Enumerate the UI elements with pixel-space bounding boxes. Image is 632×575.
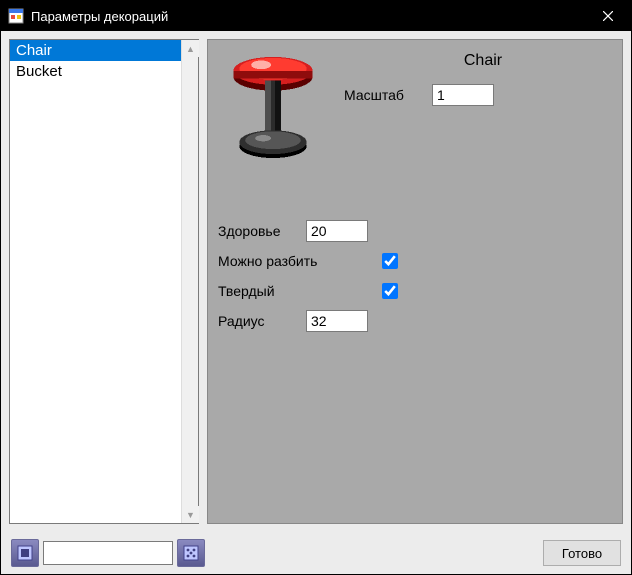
list-item[interactable]: Chair	[10, 40, 198, 61]
footer-toolbar: Готово	[1, 532, 631, 574]
scroll-up-button[interactable]: ▲	[182, 40, 199, 57]
list-scrollbar[interactable]: ▲ ▼	[181, 40, 198, 523]
dialog-window: Параметры декораций Chair Bucket ▲ ▼	[0, 0, 632, 575]
decoration-list[interactable]: Chair Bucket ▲ ▼	[9, 39, 199, 524]
window-title: Параметры декораций	[31, 9, 585, 24]
radius-input[interactable]	[306, 310, 368, 332]
form-icon	[7, 7, 25, 25]
breakable-checkbox[interactable]	[382, 253, 398, 269]
radius-label: Радиус	[218, 313, 306, 329]
add-icon	[16, 544, 34, 562]
scale-label: Масштаб	[344, 87, 432, 103]
close-button[interactable]	[585, 1, 631, 31]
done-button[interactable]: Готово	[543, 540, 621, 566]
health-input[interactable]	[306, 220, 368, 242]
titlebar: Параметры декораций	[1, 1, 631, 31]
dice-icon	[182, 544, 200, 562]
add-button[interactable]	[11, 539, 39, 567]
randomize-button[interactable]	[177, 539, 205, 567]
scroll-down-button[interactable]: ▼	[182, 506, 199, 523]
properties-panel: Chair Масштаб Здоровье Можно разбить	[207, 39, 623, 524]
sprite-preview	[218, 46, 328, 166]
client-area: Chair Bucket ▲ ▼	[1, 31, 631, 574]
solid-checkbox[interactable]	[382, 283, 398, 299]
solid-label: Твердый	[218, 283, 378, 299]
scale-input[interactable]	[432, 84, 494, 106]
list-item[interactable]: Bucket	[10, 61, 198, 82]
list-items-container: Chair Bucket	[10, 40, 198, 523]
health-label: Здоровье	[218, 223, 306, 239]
footer-input[interactable]	[43, 541, 173, 565]
close-icon	[603, 11, 613, 21]
main-split: Chair Bucket ▲ ▼	[1, 31, 631, 532]
breakable-label: Можно разбить	[218, 253, 378, 269]
item-title: Chair	[344, 52, 612, 70]
